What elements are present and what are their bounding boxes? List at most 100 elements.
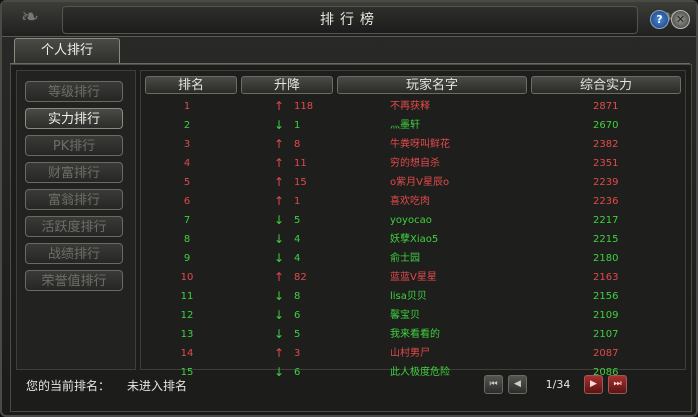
power-cell: 2215	[593, 234, 619, 245]
rank-cell: 3	[183, 139, 191, 150]
rank-cell: 14	[180, 348, 194, 359]
last-page-icon[interactable]: ⏭	[608, 375, 627, 394]
page-indicator: 1/34	[545, 378, 571, 391]
change-cell: 15	[294, 177, 307, 188]
first-page-icon[interactable]: ⏮	[484, 375, 503, 394]
player-name-cell: yoyocao	[390, 215, 432, 226]
player-name-cell: 蓝蓝V星星	[390, 272, 437, 283]
power-cell: 2382	[593, 139, 619, 150]
arrow-up-icon: ↑	[273, 137, 285, 151]
change-cell: 11	[294, 158, 307, 169]
rank-cell: 6	[183, 196, 191, 207]
arrow-down-icon: ↓	[273, 327, 285, 341]
table-row[interactable]: 7 ↓ 5 yoyocao 2217	[141, 211, 685, 230]
arrow-up-icon: ↑	[273, 270, 285, 284]
arrow-down-icon: ↓	[273, 118, 285, 132]
footer-bar: 您的当前排名： 未进入排名 ⏮ ◀ 1/34 ▶ ⏭	[16, 372, 684, 402]
column-header-change[interactable]: 升降	[241, 76, 333, 94]
ranking-table: 排名 升降 玩家名字 综合实力 1 ↑ 118 不再获释 2871 2 ↓ 1 灬墨轩 2670 3…	[140, 70, 686, 379]
rank-cell: 2	[183, 120, 191, 131]
tab-bar: 个人排行	[10, 38, 690, 64]
arrow-down-icon: ↓	[273, 289, 285, 303]
sidebar-item-activity-ranking[interactable]: 活跃度排行	[25, 216, 123, 237]
ranking-window: ❧ 排行榜 ☙ ? ✕ 个人排行 等级排行 实力排行 PK排行 财富排行 富翁排…	[0, 0, 698, 417]
power-cell: 2109	[593, 310, 619, 321]
tab-personal-ranking[interactable]: 个人排行	[14, 38, 120, 63]
rank-cell: 13	[180, 329, 194, 340]
rank-cell: 9	[183, 253, 191, 264]
sidebar-item-battle-record-ranking[interactable]: 战绩排行	[25, 243, 123, 264]
power-cell: 2163	[593, 272, 619, 283]
arrow-up-icon: ↑	[273, 175, 285, 189]
rank-cell: 1	[183, 101, 191, 112]
rank-cell: 10	[180, 272, 194, 283]
next-page-icon[interactable]: ▶	[584, 375, 603, 394]
arrow-down-icon: ↓	[273, 251, 285, 265]
table-row[interactable]: 10 ↑ 82 蓝蓝V星星 2163	[141, 268, 685, 287]
column-header-player-name[interactable]: 玩家名字	[337, 76, 527, 94]
left-wing-ornament-icon: ❧	[20, 5, 40, 30]
power-cell: 2087	[593, 348, 619, 359]
arrow-up-icon: ↑	[273, 99, 285, 113]
column-header-rank[interactable]: 排名	[145, 76, 237, 94]
player-name-cell: 山村男尸	[390, 348, 430, 359]
table-row[interactable]: 1 ↑ 118 不再获释 2871	[141, 97, 685, 116]
previous-page-icon[interactable]: ◀	[508, 375, 527, 394]
power-cell: 2217	[593, 215, 619, 226]
player-name-cell: 灬墨轩	[390, 120, 420, 131]
title-bar: ❧ 排行榜 ☙ ? ✕	[2, 2, 696, 37]
current-rank-label: 您的当前排名：	[26, 379, 111, 393]
title-plate: 排行榜	[62, 6, 638, 34]
current-rank-value: 未进入排名	[127, 379, 188, 393]
table-row[interactable]: 3 ↑ 8 牛粪呀叫鲜花 2382	[141, 135, 685, 154]
player-name-cell: 牛粪呀叫鲜花	[390, 139, 450, 150]
power-cell: 2107	[593, 329, 619, 340]
sidebar-item-honor-ranking[interactable]: 荣誉值排行	[25, 270, 123, 291]
window-title: 排行榜	[320, 12, 380, 28]
change-cell: 1	[294, 196, 301, 207]
change-cell: 118	[294, 101, 314, 112]
table-row[interactable]: 12 ↓ 6 馨宝贝 2109	[141, 306, 685, 325]
help-button[interactable]: ?	[650, 10, 669, 29]
table-row[interactable]: 9 ↓ 4 俞士园 2180	[141, 249, 685, 268]
power-cell: 2351	[593, 158, 619, 169]
change-cell: 4	[294, 253, 301, 264]
arrow-down-icon: ↓	[273, 232, 285, 246]
column-header-power[interactable]: 综合实力	[531, 76, 681, 94]
sidebar-item-tycoon-ranking[interactable]: 富翁排行	[25, 189, 123, 210]
change-cell: 82	[294, 272, 307, 283]
table-row[interactable]: 6 ↑ 1 喜欢吃肉 2236	[141, 192, 685, 211]
sidebar-item-level-ranking[interactable]: 等级排行	[25, 81, 123, 102]
player-name-cell: o紫月V星辰o	[390, 177, 450, 188]
close-button[interactable]: ✕	[671, 10, 690, 29]
change-cell: 5	[294, 215, 301, 226]
rank-cell: 11	[180, 291, 194, 302]
change-cell: 3	[294, 348, 301, 359]
power-cell: 2239	[593, 177, 619, 188]
arrow-up-icon: ↑	[273, 194, 285, 208]
table-row[interactable]: 8 ↓ 4 妖孽Xiao5 2215	[141, 230, 685, 249]
player-name-cell: lisa贝贝	[390, 291, 427, 302]
rank-cell: 7	[183, 215, 191, 226]
ranking-category-sidebar: 等级排行 实力排行 PK排行 财富排行 富翁排行 活跃度排行 战绩排行 荣誉值排…	[16, 70, 136, 370]
player-name-cell: 妖孽Xiao5	[390, 234, 439, 245]
change-cell: 4	[294, 234, 301, 245]
table-row[interactable]: 5 ↑ 15 o紫月V星辰o 2239	[141, 173, 685, 192]
sidebar-item-strength-ranking[interactable]: 实力排行	[25, 108, 123, 129]
rank-cell: 5	[183, 177, 191, 188]
sidebar-item-wealth-ranking[interactable]: 财富排行	[25, 162, 123, 183]
arrow-up-icon: ↑	[273, 346, 285, 360]
power-cell: 2156	[593, 291, 619, 302]
table-row[interactable]: 11 ↓ 8 lisa贝贝 2156	[141, 287, 685, 306]
rank-cell: 4	[183, 158, 191, 169]
player-name-cell: 穷的想自杀	[390, 158, 440, 169]
power-cell: 2236	[593, 196, 619, 207]
rank-cell: 12	[180, 310, 194, 321]
table-row[interactable]: 4 ↑ 11 穷的想自杀 2351	[141, 154, 685, 173]
sidebar-item-pk-ranking[interactable]: PK排行	[25, 135, 123, 156]
player-name-cell: 俞士园	[390, 253, 420, 264]
table-row[interactable]: 14 ↑ 3 山村男尸 2087	[141, 344, 685, 363]
table-row[interactable]: 13 ↓ 5 我来看看的 2107	[141, 325, 685, 344]
table-row[interactable]: 2 ↓ 1 灬墨轩 2670	[141, 116, 685, 135]
arrow-up-icon: ↑	[273, 156, 285, 170]
